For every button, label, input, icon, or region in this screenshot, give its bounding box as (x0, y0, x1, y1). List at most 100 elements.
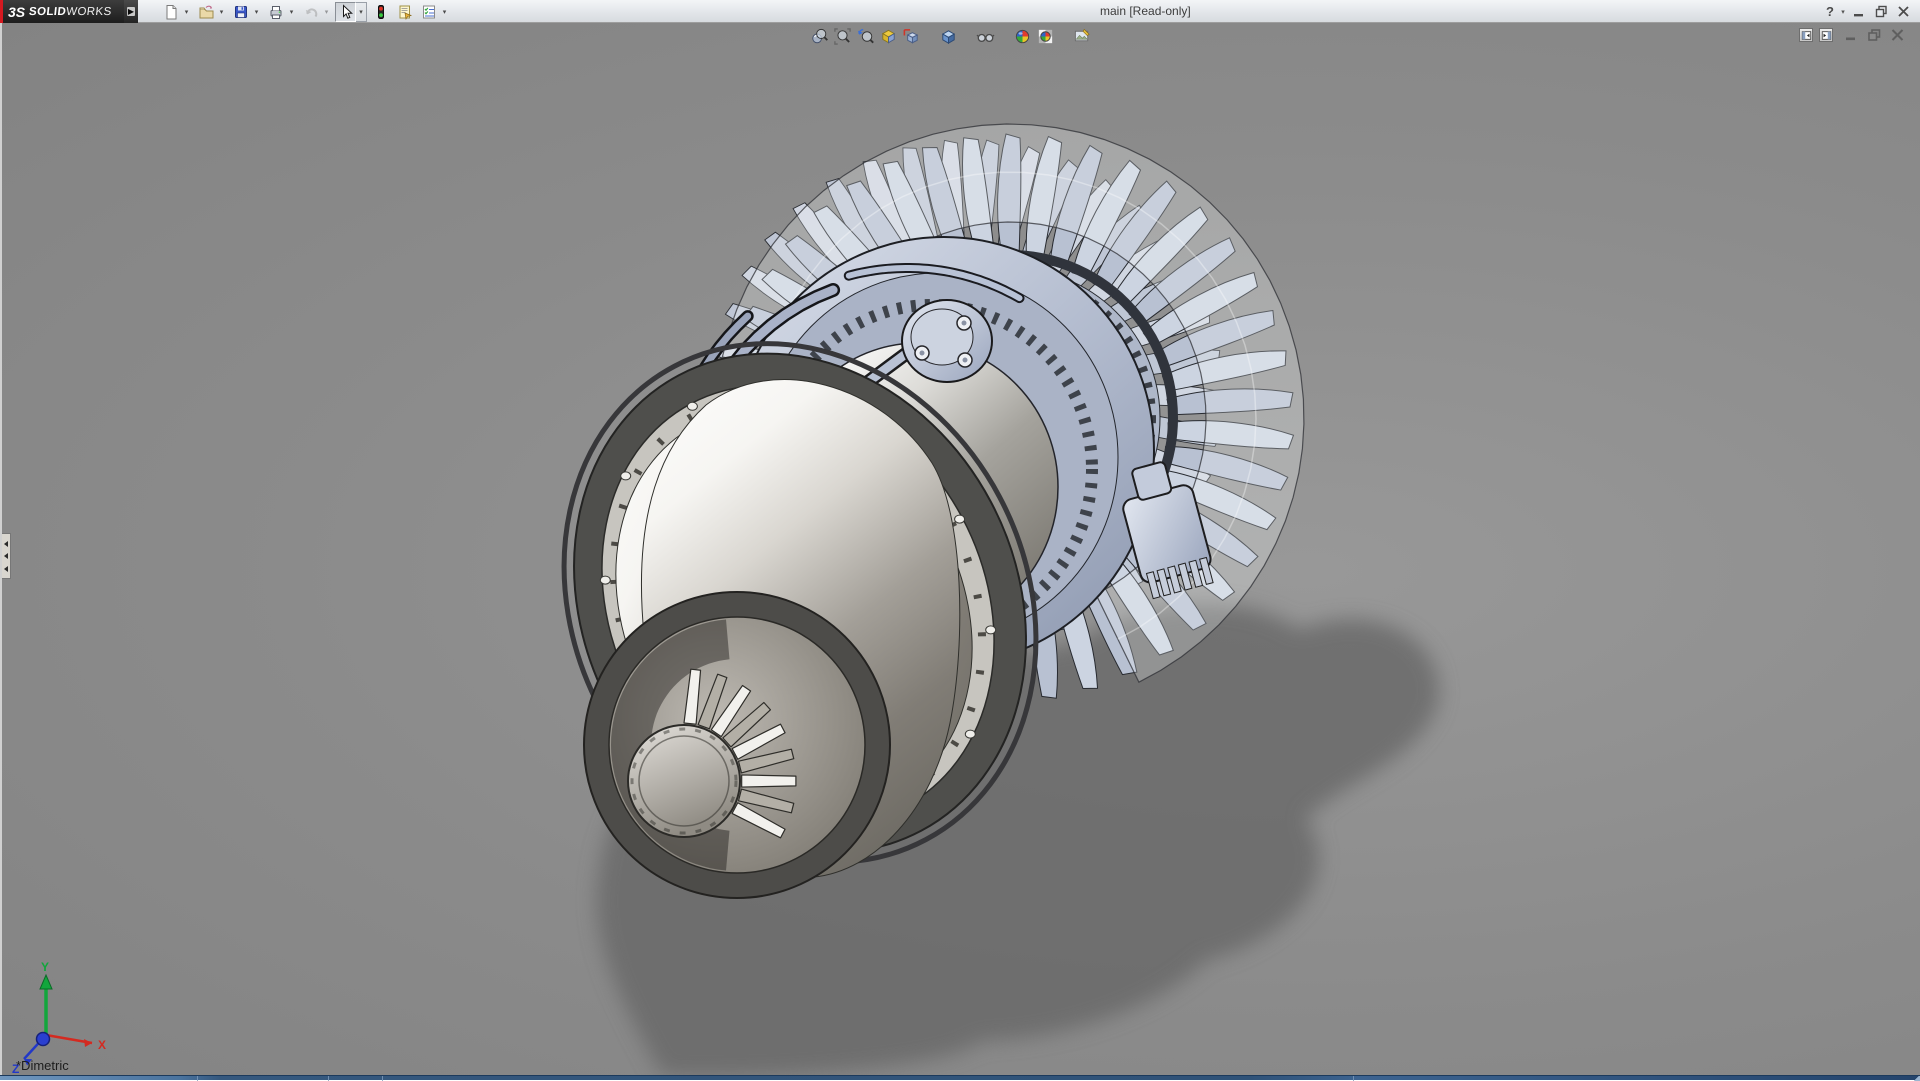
menu-flyout-arrow[interactable]: ▶ (124, 0, 138, 23)
save-icon (233, 4, 249, 20)
zoom-to-area-button[interactable] (831, 26, 854, 47)
new-document-icon (163, 4, 179, 20)
zoom-to-fit-icon (810, 27, 829, 46)
restore-button[interactable] (1870, 2, 1892, 21)
zoom-to-fit-button[interactable] (808, 26, 831, 47)
heads-up-view-toolbar (808, 26, 1108, 47)
resize-grip[interactable] (1912, 1076, 1920, 1081)
section-view-button[interactable] (877, 26, 900, 47)
open-button[interactable] (195, 2, 216, 22)
print-button[interactable] (265, 2, 286, 22)
options-dropdown-caret[interactable]: ▾ (439, 2, 450, 22)
heads-up-group (1071, 26, 1094, 47)
document-window-controls (1799, 27, 1908, 43)
file-properties-button[interactable] (394, 2, 415, 22)
status-bar (0, 1075, 1920, 1080)
new-document-toolbar-item: ▾ (160, 2, 192, 22)
print-dropdown-caret[interactable]: ▾ (286, 2, 297, 22)
view-settings-icon (1073, 27, 1092, 46)
heads-up-group (1011, 26, 1057, 47)
display-style-icon (939, 27, 958, 46)
file-properties-icon (397, 4, 413, 20)
titlebar: 3S SOLIDWORKS ▶ ▾ ▾ ▾ ▾ ▾ ▾ ▾ main [Read-only]… (0, 0, 1920, 23)
engine-model: YXZ (2, 23, 1920, 1075)
bolt-hole (986, 626, 996, 634)
options-icon (421, 4, 437, 20)
solidworks-logo-icon: 3S (8, 5, 25, 19)
bolt-hole (600, 576, 610, 584)
print-icon (268, 4, 284, 20)
collapse-arrow-icon (4, 553, 8, 559)
help-dropdown-caret[interactable]: ▾ (1838, 2, 1848, 21)
collapse-arrow-icon (4, 566, 8, 572)
svg-text:Y: Y (41, 960, 49, 974)
heads-up-group (937, 26, 960, 47)
heads-up-group (974, 26, 997, 47)
previous-view-icon (856, 27, 875, 46)
document-minimize-button[interactable] (1841, 27, 1862, 43)
rebuild-stoplight-toolbar-item (370, 2, 391, 22)
pane-toggle-left-icon[interactable] (1799, 28, 1813, 42)
heads-up-group (808, 26, 923, 47)
close-button[interactable] (1892, 2, 1914, 21)
file-properties-toolbar-item (394, 2, 415, 22)
hide-show-items-button[interactable] (974, 26, 997, 47)
pane-toggle-right-icon[interactable] (1819, 28, 1833, 42)
undo-button[interactable] (300, 2, 321, 22)
window-title: main [Read-only] (1100, 4, 1191, 18)
rebuild-stoplight-button[interactable] (370, 2, 391, 22)
options-button[interactable] (418, 2, 439, 22)
edit-appearance-button[interactable] (1011, 26, 1034, 47)
section-view-icon (879, 27, 898, 46)
undo-icon (303, 4, 319, 20)
zoom-to-area-icon (833, 27, 852, 46)
undo-dropdown-caret[interactable]: ▾ (321, 2, 332, 22)
solidworks-logo[interactable]: 3S SOLIDWORKS (0, 0, 124, 23)
select-toolbar-item: ▾ (335, 2, 367, 22)
bolt-hole (621, 472, 631, 480)
save-toolbar-item: ▾ (230, 2, 262, 22)
rebuild-stoplight-icon (373, 4, 389, 20)
open-icon (198, 4, 214, 20)
save-button[interactable] (230, 2, 251, 22)
open-dropdown-caret[interactable]: ▾ (216, 2, 227, 22)
apply-scene-icon (1036, 27, 1055, 46)
help-button[interactable]: ? (1822, 2, 1838, 21)
view-orientation-button[interactable] (900, 26, 923, 47)
bolt-hole (687, 402, 697, 410)
status-divider (328, 1076, 329, 1081)
view-orientation-label: *Dimetric (16, 1058, 69, 1073)
solidworks-logo-text: SOLIDWORKS (28, 6, 112, 18)
status-divider (382, 1076, 383, 1081)
view-settings-button[interactable] (1071, 26, 1094, 47)
print-toolbar-item: ▾ (265, 2, 297, 22)
status-divider (197, 1076, 198, 1081)
view-orientation-icon (902, 27, 921, 46)
window-controls: ? ▾ (1822, 0, 1914, 23)
collapse-arrow-icon (4, 541, 8, 547)
save-dropdown-caret[interactable]: ▾ (251, 2, 262, 22)
select-icon (338, 4, 354, 20)
graphics-viewport[interactable]: YXZ *Dimetric (0, 23, 1920, 1075)
open-toolbar-item: ▾ (195, 2, 227, 22)
options-toolbar-item: ▾ (418, 2, 450, 22)
status-divider (1353, 1076, 1354, 1081)
select-dropdown-caret[interactable]: ▾ (356, 2, 367, 22)
new-document-button[interactable] (160, 2, 181, 22)
minimize-button[interactable] (1848, 2, 1870, 21)
previous-view-button[interactable] (854, 26, 877, 47)
bolt-hole (955, 515, 965, 523)
bolt-hole (965, 730, 975, 738)
nozzle-front (584, 592, 890, 898)
hide-show-items-icon (976, 27, 995, 46)
quick-access-toolbar: ▾ ▾ ▾ ▾ ▾ ▾ ▾ (160, 1, 453, 22)
edit-appearance-icon (1013, 27, 1032, 46)
undo-toolbar-item: ▾ (300, 2, 332, 22)
select-button[interactable] (335, 2, 356, 22)
document-close-button[interactable] (1887, 27, 1908, 43)
apply-scene-button[interactable] (1034, 26, 1057, 47)
display-style-button[interactable] (937, 26, 960, 47)
document-restore-button[interactable] (1864, 27, 1885, 43)
feature-panel-collapsed-tab[interactable] (2, 533, 11, 579)
new-document-dropdown-caret[interactable]: ▾ (181, 2, 192, 22)
